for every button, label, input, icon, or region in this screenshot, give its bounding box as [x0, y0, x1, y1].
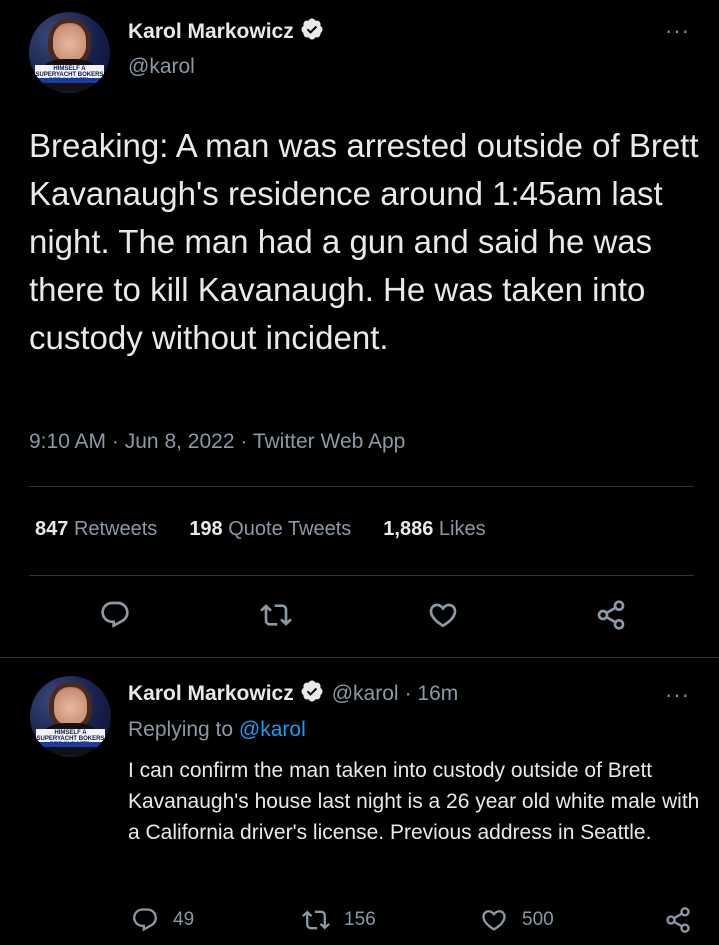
retweets-label: Retweets — [73, 518, 158, 540]
reply-author-handle[interactable]: @karol — [332, 682, 399, 706]
like-icon — [482, 910, 506, 931]
reply-icon — [101, 601, 129, 628]
reply-text: I can confirm the man taken into custody… — [128, 759, 700, 844]
verified-badge-icon — [300, 17, 324, 47]
tweet-date[interactable]: Jun 8, 2022 — [125, 430, 235, 453]
meta-separator: · — [111, 430, 119, 453]
tweet-stats: 847 Retweets 198 Quote Tweets 1,886 Like… — [35, 518, 486, 541]
meta-separator: · — [240, 430, 248, 453]
share-button[interactable] — [593, 597, 629, 633]
replying-prefix: Replying to — [128, 718, 234, 741]
author-name-row: Karol Markowicz — [128, 18, 324, 46]
retweet-button[interactable]: 156 — [302, 906, 376, 934]
reply-button[interactable]: 49 — [131, 906, 194, 934]
main-tweet: HIMSELF A SUPERYACHT BOKERS PEE IN BOTTL… — [0, 0, 719, 658]
retweet-button[interactable] — [258, 597, 294, 633]
reply-icon — [133, 908, 157, 932]
tweet-time[interactable]: 9:10 AM — [29, 430, 106, 453]
avatar-banner-text: HIMSELF A SUPERYACHT BOKERS PEE IN BOTTL — [35, 65, 104, 79]
more-options-icon[interactable]: ··· — [665, 20, 690, 42]
replying-to-mention[interactable]: @karol — [239, 718, 306, 741]
like-count: 500 — [522, 909, 554, 930]
like-button[interactable]: 500 — [480, 906, 554, 934]
like-button[interactable] — [425, 597, 461, 633]
reply-author-name-row: Karol Markowicz @karol · 16m — [128, 680, 458, 708]
quotes-count: 198 — [189, 518, 223, 540]
likes-stat[interactable]: 1,886 Likes — [383, 518, 485, 541]
author-display-name[interactable]: Karol Markowicz — [128, 20, 294, 44]
share-icon — [666, 907, 690, 933]
quotes-stat[interactable]: 198 Quote Tweets — [189, 518, 351, 541]
retweet-icon — [260, 604, 292, 626]
avatar-banner-text: HIMSELF A SUPERYACHT BOKERS PEE IN BOTTL — [36, 729, 105, 743]
replying-to-line: Replying to @karol — [128, 718, 306, 742]
retweet-count: 156 — [344, 909, 376, 930]
author-handle[interactable]: @karol — [128, 55, 195, 79]
tweet-thread-page: HIMSELF A SUPERYACHT BOKERS PEE IN BOTTL… — [0, 0, 719, 945]
reply-author-display-name[interactable]: Karol Markowicz — [128, 682, 294, 706]
tweet-text: Breaking: A man was arrested outside of … — [29, 127, 699, 356]
divider — [29, 575, 694, 576]
reply-author-avatar[interactable]: HIMSELF A SUPERYACHT BOKERS PEE IN BOTTL — [30, 676, 111, 757]
verified-badge-icon — [300, 679, 324, 709]
divider — [29, 486, 694, 487]
retweet-icon — [302, 910, 330, 930]
likes-count: 1,886 — [383, 518, 434, 540]
tweet-source[interactable]: Twitter Web App — [253, 430, 406, 453]
share-button[interactable] — [664, 906, 692, 934]
likes-label: Likes — [438, 518, 486, 540]
share-icon — [597, 600, 625, 630]
quotes-label: Quote Tweets — [228, 518, 352, 540]
more-options-icon[interactable]: ··· — [665, 684, 690, 706]
retweets-count: 847 — [35, 518, 69, 540]
like-icon — [429, 603, 457, 628]
retweets-stat[interactable]: 847 Retweets — [35, 518, 157, 541]
thread-divider — [0, 657, 719, 658]
reply-time-ago[interactable]: · 16m — [405, 682, 459, 706]
reply-button[interactable] — [97, 597, 133, 633]
reply-count: 49 — [173, 909, 195, 930]
author-avatar[interactable]: HIMSELF A SUPERYACHT BOKERS PEE IN BOTTL — [29, 12, 110, 93]
tweet-meta: 9:10 AM · Jun 8, 2022 · Twitter Web App — [29, 430, 405, 454]
